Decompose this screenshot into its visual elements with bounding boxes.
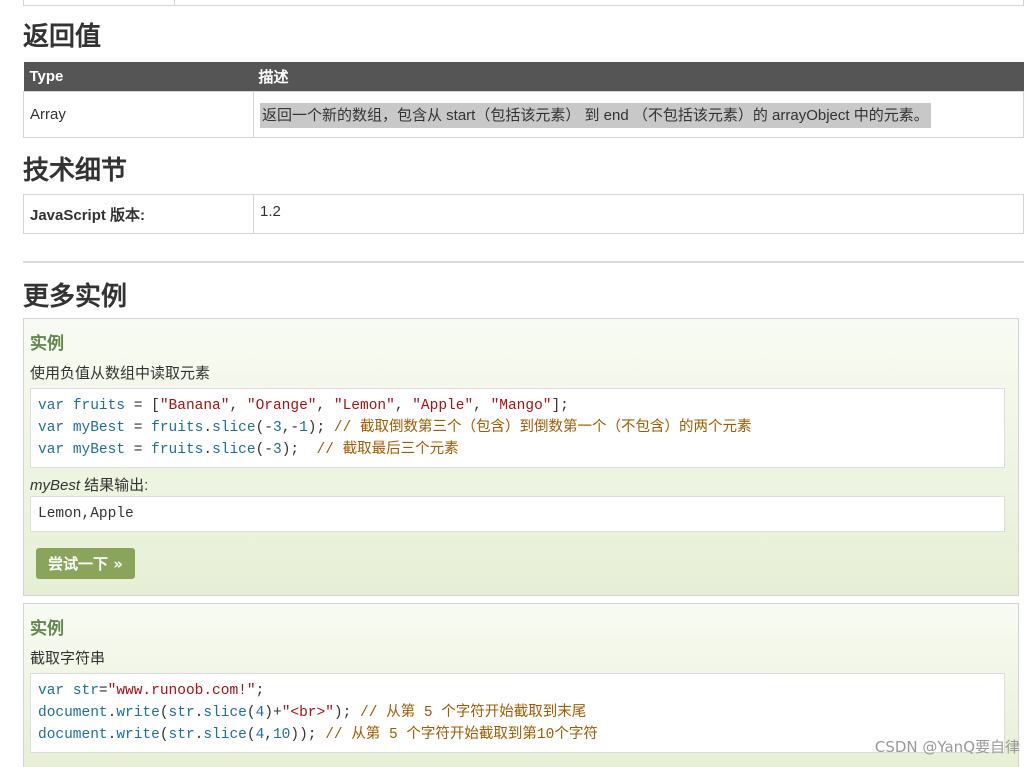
code-line: var fruits = ["Banana", "Orange", "Lemon… [38,398,569,414]
output-block: Lemon,Apple [30,496,1005,532]
more-examples-heading: 更多实例 [23,282,128,312]
selected-desc-text[interactable]: 返回一个新的数组，包含从 start（包括该元素） 到 end （不包括该元素）… [260,102,931,128]
code-block: var str="www.runoob.com!"; document.write… [30,673,1005,753]
watermark: CSDN @YanQ要自律 [874,738,1020,756]
table-row: JavaScript 版本: 1.2 [23,194,1024,234]
example-title: 实例 [30,334,64,353]
example-box-1: 实例 使用负值从数组中读取元素 var fruits = ["Banana", … [23,318,1019,596]
type-cell: Array [23,90,254,138]
output-label: myBest 结果输出: [30,477,149,494]
try-it-button[interactable]: 尝试一下 » [36,548,135,579]
example-title: 实例 [30,619,64,638]
tech-heading: 技术细节 [23,156,128,186]
desc-cell: 返回一个新的数组，包含从 start（包括该元素） 到 end （不包括该元素）… [253,90,1024,138]
return-value-table: Type 描述 Array 返回一个新的数组，包含从 start（包括该元素） … [23,62,1024,138]
header-desc: 描述 [253,62,1024,91]
example-box-2: 实例 截取字符串 var str="www.runoob.com!"; docum… [23,603,1019,767]
code-line: var myBest = fruits.slice(-3); // 截取最后三个… [38,442,459,458]
js-version-key: JavaScript 版本: [23,194,254,234]
divider [23,261,1024,263]
table-row: Array 返回一个新的数组，包含从 start（包括该元素） 到 end （不… [23,90,1024,138]
previous-table-bottom [23,0,1024,6]
page: 返回值 Type 描述 Array 返回一个新的数组，包含从 start（包括该… [0,0,1034,767]
code-line: var myBest = fruits.slice(-3,-1); // 截取倒… [38,420,752,436]
example-desc: 使用负值从数组中读取元素 [30,365,211,382]
output-var: myBest [30,477,81,494]
tech-table: JavaScript 版本: 1.2 [23,194,1024,234]
code-line: document.write(str.slice(4,10)); // 从第 5… [38,727,598,743]
header-type: Type [23,62,254,91]
example-desc: 截取字符串 [30,650,106,667]
table-header-row: Type 描述 [23,62,1024,91]
js-version-value: 1.2 [253,194,1024,234]
code-block: var fruits = ["Banana", "Orange", "Lemon… [30,388,1005,468]
code-line: document.write(str.slice(4)+"<br>"); // … [38,705,587,721]
return-value-heading: 返回值 [23,22,102,52]
code-line: var str="www.runoob.com!"; [38,683,265,699]
